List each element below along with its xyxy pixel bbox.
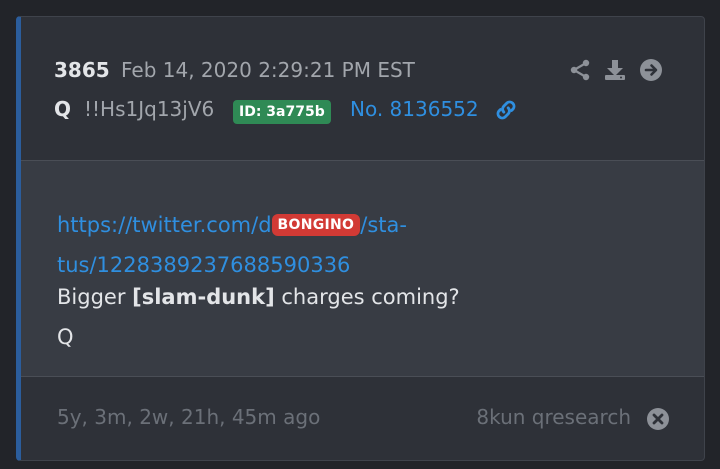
close-circle-icon[interactable] <box>646 407 670 431</box>
board-name: 8kun qresearch <box>476 405 631 429</box>
tweet-link-line-2: tus/1228389237688590336 <box>57 253 351 277</box>
share-icon[interactable] <box>568 58 592 82</box>
tweet-link-part-2: /sta- <box>360 213 407 237</box>
post-number-link[interactable]: No. 8136552 <box>350 97 479 121</box>
post-header: 3865 Feb 14, 2020 2:29:21 PM EST Q !!Hs1… <box>21 17 704 161</box>
tripcode: !!Hs1Jq13jV6 <box>84 97 215 121</box>
tweet-link-line-1: https://twitter.com/d BONGINO/sta- <box>57 205 477 245</box>
tweet-link-part-1: https://twitter.com/d <box>57 213 272 237</box>
tweet-link[interactable]: https://twitter.com/d BONGINO/sta- tus/12… <box>57 205 477 285</box>
author-name: Q <box>54 97 72 121</box>
post-timestamp: Feb 14, 2020 2:29:21 PM EST <box>121 58 415 82</box>
download-icon[interactable] <box>603 58 627 82</box>
arrow-circle-right-icon[interactable] <box>639 58 663 82</box>
id-badge: ID: 3a775b <box>233 100 331 124</box>
post-number: 3865 <box>54 58 110 82</box>
post-message: Bigger [slam-dunk] charges coming? <box>57 285 460 309</box>
post-footer: 5y, 3m, 2w, 21h, 45m ago 8kun qresearch <box>21 377 704 460</box>
post-signature: Q <box>57 325 74 349</box>
redaction-badge: BONGINO <box>271 214 361 236</box>
message-text-before: Bigger <box>57 285 133 309</box>
message-text-bold: [slam-dunk] <box>132 285 275 309</box>
link-icon[interactable] <box>493 97 519 123</box>
message-text-after: charges coming? <box>274 285 460 309</box>
post-body: https://twitter.com/d BONGINO/sta- tus/12… <box>21 161 704 377</box>
relative-time: 5y, 3m, 2w, 21h, 45m ago <box>57 405 321 429</box>
post-card: 3865 Feb 14, 2020 2:29:21 PM EST Q !!Hs1… <box>16 16 705 461</box>
